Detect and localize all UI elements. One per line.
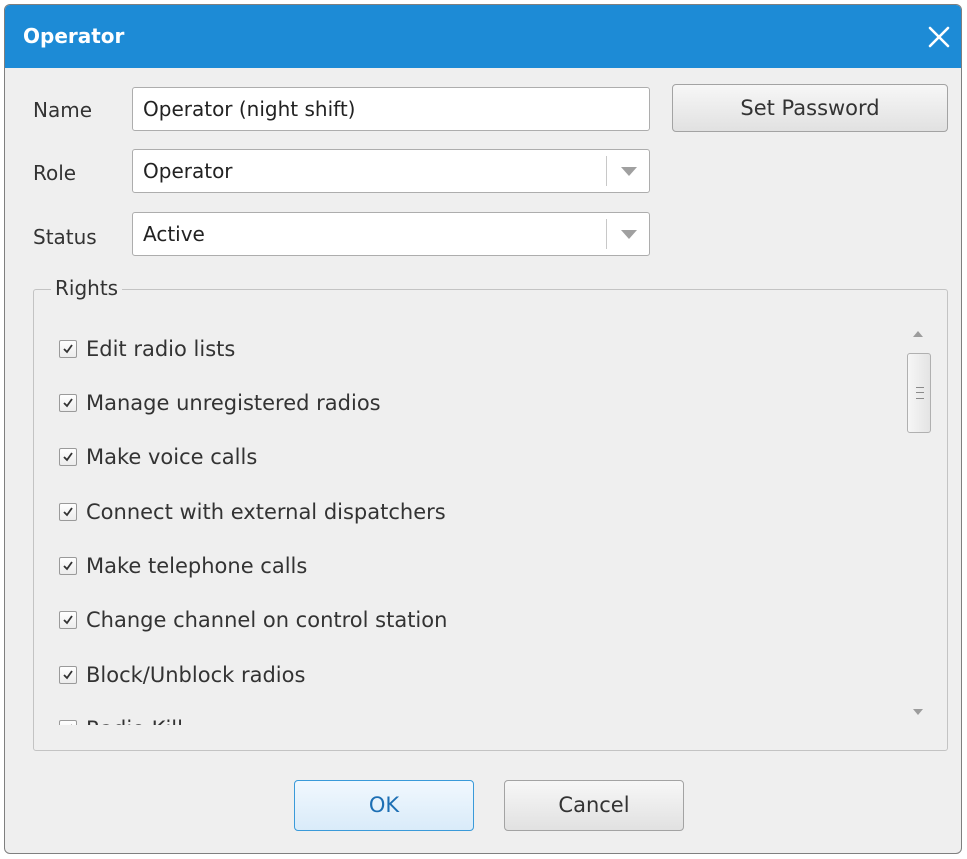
right-item-label: Change channel on control station [86, 608, 448, 632]
grip-icon [916, 387, 924, 399]
checkbox[interactable] [59, 611, 77, 629]
right-item-label: Manage unregistered radios [86, 391, 381, 415]
right-item-edit-radio-lists[interactable]: Edit radio lists [53, 334, 235, 364]
right-item-label: Radio Kill [86, 717, 183, 725]
rights-group-label: Rights [51, 275, 123, 301]
checkbox[interactable] [59, 503, 77, 521]
scroll-thumb[interactable] [907, 353, 931, 433]
checkmark-icon [63, 344, 73, 354]
status-select-value: Active [143, 222, 205, 246]
right-item-label: Make telephone calls [86, 554, 308, 578]
right-item-label: Edit radio lists [86, 337, 236, 361]
right-item-radio-kill[interactable]: Radio Kill [53, 714, 183, 725]
close-icon [928, 26, 950, 48]
checkbox[interactable] [59, 394, 77, 412]
checkmark-icon [63, 561, 73, 571]
dialog-title: Operator [23, 24, 125, 48]
chevron-down-icon[interactable] [621, 167, 637, 176]
checkmark-icon [70, 724, 72, 725]
title-bar: Operator [5, 5, 961, 68]
scroll-down-icon[interactable] [913, 709, 923, 715]
right-item-make-voice-calls[interactable]: Make voice calls [53, 442, 257, 472]
close-button[interactable] [921, 19, 957, 55]
right-item-change-channel[interactable]: Change channel on control station [53, 605, 447, 635]
ok-button[interactable]: OK [294, 780, 474, 831]
checkmark-icon [63, 398, 73, 408]
scroll-up-icon[interactable] [913, 331, 923, 337]
right-item-label: Block/Unblock radios [86, 663, 306, 687]
right-item-connect-external-dispatchers[interactable]: Connect with external dispatchers [53, 497, 446, 527]
checkmark-icon [63, 452, 73, 462]
right-item-manage-unregistered-radios[interactable]: Manage unregistered radios [53, 388, 381, 418]
rights-list: Edit radio lists Manage unregistered rad… [53, 325, 893, 725]
name-label: Name [33, 98, 93, 122]
checkmark-icon [63, 615, 73, 625]
status-select-separator [606, 219, 607, 249]
checkbox[interactable] [59, 720, 77, 725]
status-select[interactable]: Active [132, 212, 650, 256]
role-select-separator [606, 156, 607, 186]
status-label: Status [33, 225, 97, 249]
name-input[interactable]: Operator (night shift) [132, 87, 650, 131]
right-item-label: Make voice calls [86, 445, 258, 469]
set-password-button[interactable]: Set Password [672, 84, 948, 132]
role-label: Role [33, 161, 77, 185]
role-select[interactable]: Operator [132, 149, 650, 193]
right-item-make-telephone-calls[interactable]: Make telephone calls [53, 551, 307, 581]
rights-scrollbar[interactable] [905, 323, 935, 723]
checkbox[interactable] [59, 340, 77, 358]
chevron-down-icon[interactable] [621, 230, 637, 239]
operator-dialog: Operator Name Operator (night shift) Set… [4, 4, 962, 854]
role-select-value: Operator [143, 159, 233, 183]
checkbox[interactable] [59, 448, 77, 466]
right-item-block-unblock-radios[interactable]: Block/Unblock radios [53, 660, 305, 690]
checkbox[interactable] [59, 557, 77, 575]
cancel-button[interactable]: Cancel [504, 780, 684, 831]
checkbox[interactable] [59, 666, 77, 684]
right-item-label: Connect with external dispatchers [86, 500, 446, 524]
checkmark-icon [63, 670, 73, 680]
checkmark-icon [63, 507, 73, 517]
